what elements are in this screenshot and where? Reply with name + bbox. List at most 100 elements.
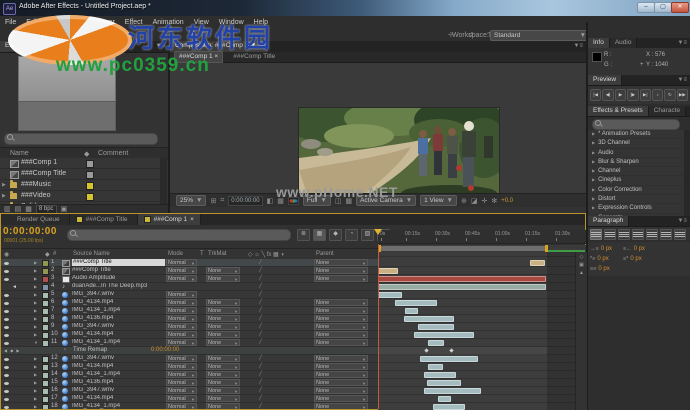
eye-icon[interactable]	[4, 294, 9, 297]
layer-name[interactable]: IMG_4134.mp4	[72, 363, 113, 370]
label-color-chip[interactable]	[42, 396, 49, 403]
comp-marker-icon[interactable]: ◇	[576, 254, 587, 260]
timeline-layer-row[interactable]: ◄ ▶ 8 IMG_4136.mp4 Normal▼ None▼ ╱ None▼	[1, 315, 378, 323]
expand-arrow-icon[interactable]: ▶	[2, 180, 6, 190]
magnification-dropdown[interactable]: 25% ▼	[176, 195, 207, 206]
layer-switches[interactable]: ╱	[259, 387, 262, 394]
expand-arrow-icon[interactable]: ▶	[592, 168, 595, 173]
eye-icon[interactable]	[4, 310, 9, 313]
expand-arrow-icon[interactable]: ▶	[34, 276, 37, 282]
label-color-chip[interactable]	[86, 182, 94, 190]
label-color-chip[interactable]	[42, 308, 49, 315]
eye-icon[interactable]	[4, 318, 9, 321]
expand-arrow-icon[interactable]: ▶	[34, 372, 37, 378]
transport-button[interactable]: ▶▶	[676, 89, 688, 101]
layer-duration-bar[interactable]	[428, 340, 444, 346]
view-layout-dropdown[interactable]: 1 View ▼	[420, 195, 457, 206]
trkmat-dropdown[interactable]: None ▼	[206, 275, 240, 282]
layer-duration-bar[interactable]	[378, 276, 546, 282]
stopwatch-icon[interactable]: ◔	[63, 347, 66, 354]
safe-zones-icon[interactable]: ⊞	[210, 197, 216, 205]
label-color-chip[interactable]	[42, 380, 49, 387]
keyframe-navigator[interactable]: ◀ ◆ ▶	[4, 347, 20, 354]
parent-dropdown[interactable]: None ▼	[314, 387, 368, 394]
expand-arrow-icon[interactable]: ▶	[592, 140, 595, 145]
current-time-indicator-line[interactable]	[378, 244, 379, 409]
eye-icon[interactable]	[4, 278, 9, 281]
expand-arrow-icon[interactable]: ▶	[34, 396, 37, 402]
layer-name[interactable]: ###Comp Title	[72, 259, 165, 266]
layer-switches[interactable]: ╱	[259, 315, 262, 322]
timeline-layer-row[interactable]: ◄ ▶ 6 IMG_4134.mp4 Normal▼ None▼ ╱ None▼	[1, 299, 378, 307]
exposure-value[interactable]: +0.0	[501, 198, 513, 204]
label-color-chip[interactable]	[42, 340, 49, 347]
parent-dropdown[interactable]: None ▼	[314, 267, 368, 274]
expand-arrow-icon[interactable]: ▶	[34, 260, 37, 266]
layer-name[interactable]: IMG_4134_1.mp4	[72, 307, 120, 314]
parent-dropdown[interactable]: None ▼	[314, 403, 368, 409]
align-right-button[interactable]	[618, 229, 630, 240]
layer-switches[interactable]: ╱	[259, 323, 262, 330]
viewer-timecode[interactable]: 0:00:00:00	[228, 195, 263, 206]
expand-arrow-icon[interactable]: ▶	[34, 300, 37, 306]
column-mode[interactable]: Mode	[168, 251, 183, 257]
trkmat-dropdown[interactable]: None ▼	[206, 331, 240, 338]
close-button[interactable]: ✕	[671, 2, 689, 13]
tab-preview[interactable]: Preview	[588, 75, 623, 85]
eye-icon[interactable]	[4, 262, 9, 265]
project-item[interactable]: ###Comp 1	[0, 158, 160, 169]
scroll-up-icon[interactable]: ▲	[576, 270, 587, 276]
timeline-layer-row[interactable]: ◄ ▶ 2 ###Comp Title Normal▼ None▼ ╱ None…	[1, 267, 378, 275]
layer-name[interactable]: IMG_4136.mp4	[72, 315, 113, 322]
trkmat-dropdown[interactable]: None ▼	[206, 371, 240, 378]
expand-arrow-icon[interactable]: ▶	[34, 380, 37, 386]
layer-switches[interactable]: ╱	[259, 371, 262, 378]
effects-category[interactable]: ▶ Cineplus	[588, 176, 684, 186]
current-timecode[interactable]: 0:00:00:00	[3, 226, 57, 237]
parent-dropdown[interactable]: None ▼	[314, 331, 368, 338]
layer-switches[interactable]: ╱	[259, 267, 262, 274]
layer-name[interactable]: IMG_4134.mp4	[72, 395, 113, 402]
timeline-layer-row[interactable]: ◄ ▶ 14 IMG_4134_1.mp4 Normal▼ None▼ ╱ No…	[1, 371, 378, 379]
blend-mode-dropdown[interactable]: Normal ▼	[166, 267, 197, 274]
column-comment[interactable]: Comment	[98, 150, 128, 157]
parent-dropdown[interactable]: None ▼	[314, 395, 368, 402]
timeline-button-icon[interactable]: ✛	[481, 197, 487, 205]
parent-dropdown[interactable]: None ▼	[314, 307, 368, 314]
tab-info[interactable]: Info	[588, 38, 610, 48]
justify-last-center-button[interactable]	[646, 229, 658, 240]
work-area-bar[interactable]	[378, 246, 547, 251]
layer-name[interactable]: duanAde...In The Deep.mp3	[72, 283, 147, 290]
justify-last-left-button[interactable]	[632, 229, 644, 240]
eye-icon[interactable]	[4, 406, 9, 409]
layer-duration-bar[interactable]	[414, 332, 474, 338]
layer-duration-bar[interactable]	[424, 388, 481, 394]
timeline-layer-row[interactable]: ◄ ▶ 15 IMG_4136.mp4 Normal▼ None▼ ╱ None…	[1, 379, 378, 387]
layer-switches[interactable]: ╱	[259, 403, 262, 409]
workspace-dropdown[interactable]: Standard ▼	[490, 30, 590, 41]
expand-arrow-icon[interactable]: ▶	[592, 187, 595, 192]
expand-arrow-icon[interactable]: ▶	[34, 316, 37, 322]
time-ruler[interactable]: 0s 00:15s 00:30s 00:45s 01:00s 01:15s 01:30s	[378, 230, 586, 244]
property-value[interactable]: 0:00:00:00	[151, 347, 179, 354]
expand-arrow-icon[interactable]: ▶	[592, 205, 595, 210]
timeline-layer-row[interactable]: ◄ ▶ 16 IMG_3947.wmv Normal▼ None▼ ╱ None…	[1, 387, 378, 395]
layer-name[interactable]: IMG_4136.mp4	[72, 379, 113, 386]
eye-icon[interactable]	[4, 270, 9, 273]
layer-duration-bar[interactable]	[428, 364, 443, 370]
column-trkmat[interactable]: TrkMat	[208, 251, 226, 257]
blend-mode-dropdown[interactable]: Normal ▼	[166, 363, 197, 370]
layer-name[interactable]: Audio Amplitude	[72, 275, 115, 282]
pixel-aspect-icon[interactable]: ⊕	[461, 197, 467, 205]
layer-name[interactable]: IMG_3947.wmv	[72, 387, 114, 394]
layer-switches[interactable]: ╱	[259, 339, 262, 346]
blend-mode-dropdown[interactable]: Normal ▼	[166, 339, 197, 346]
new-folder-icon[interactable]: ▤	[15, 205, 22, 213]
parent-dropdown[interactable]: None ▼	[314, 371, 368, 378]
layer-name[interactable]: IMG_4134_1.mp4	[72, 339, 120, 346]
panel-menu-icon[interactable]: ▼≡	[686, 106, 690, 116]
blend-mode-dropdown[interactable]: Normal ▼	[166, 275, 197, 282]
layer-name[interactable]: IMG_4134_1.mp4	[72, 371, 120, 378]
blend-mode-dropdown[interactable]: Normal ▼	[166, 307, 197, 314]
tab-character[interactable]: Characte	[648, 106, 687, 116]
